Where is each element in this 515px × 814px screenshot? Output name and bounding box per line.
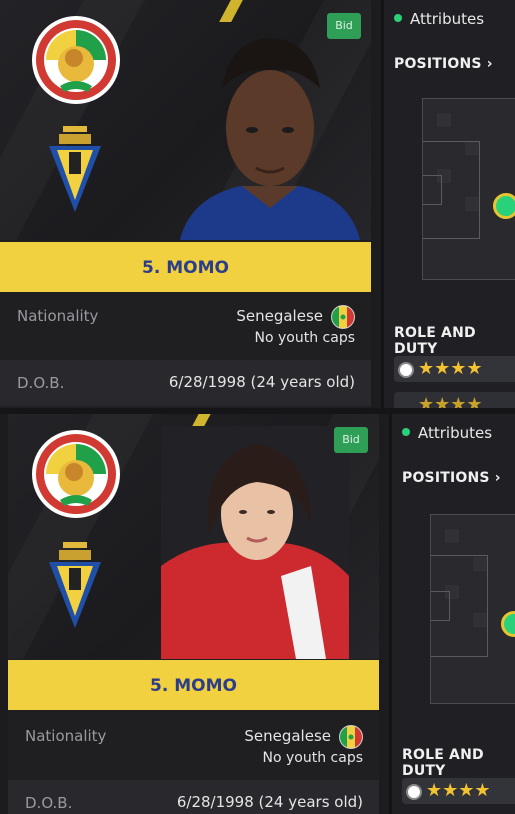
player-card: Bid 5. MOMO Nationality Senegalese No yo…: [0, 0, 371, 408]
chevron-right-icon: ›: [489, 470, 501, 486]
star-icon: ★★★★: [418, 394, 483, 408]
player-panel-2: Bid 5. MOMO Nationality Senegalese No yo…: [8, 414, 515, 814]
dob-row: D.O.B. 6/28/1998 (24 years old): [0, 360, 371, 406]
nationality-label: Nationality: [17, 307, 99, 325]
attributes-label: Attributes: [418, 424, 493, 442]
role-duty-label: ROLE AND DUTY: [402, 747, 484, 779]
attributes-side-panel: Attributes POSITIONS › ROLE AND DUTY ★★★…: [381, 0, 515, 408]
player-name-bar: 5. MOMO: [8, 660, 379, 710]
positions-label: POSITIONS: [394, 56, 482, 72]
attributes-tab[interactable]: Attributes: [394, 10, 484, 28]
dob-value: 6/28/1998 (24 years old): [168, 373, 355, 391]
senegal-flag-icon: [339, 725, 363, 749]
youth-caps-value: No youth caps: [262, 750, 363, 766]
dob-label: D.O.B.: [25, 794, 73, 812]
nationality-row: Nationality Senegalese No youth caps: [8, 712, 379, 778]
star-icon: ★★★★: [418, 358, 483, 379]
nationality-value: Senegalese: [244, 727, 331, 745]
senegal-federation-crest: [32, 16, 120, 104]
nationality-value: Senegalese: [236, 307, 323, 325]
player-hero: Bid: [0, 0, 371, 240]
positions-label: POSITIONS: [402, 470, 490, 486]
positions-link[interactable]: POSITIONS ›: [402, 470, 501, 486]
attributes-tab[interactable]: Attributes: [402, 424, 492, 442]
dob-label: D.O.B.: [17, 374, 65, 392]
status-dot-icon: [402, 428, 410, 436]
attributes-side-panel: Attributes POSITIONS › ROLE AND DUTY ★★★…: [389, 414, 515, 814]
player-name-bar: 5. MOMO: [0, 242, 371, 292]
cadiz-club-crest: [49, 126, 101, 212]
role-rating-bar[interactable]: ★★★★: [394, 356, 515, 382]
role-rating-bar-2[interactable]: ★★★★: [394, 392, 515, 408]
senegal-federation-crest: [32, 430, 120, 518]
nationality-label: Nationality: [25, 727, 107, 745]
radio-icon: [406, 784, 422, 800]
role-rating-bar[interactable]: ★★★★: [402, 778, 515, 804]
positions-link[interactable]: POSITIONS ›: [394, 56, 493, 72]
position-pitch: [422, 98, 515, 280]
position-marker[interactable]: [493, 193, 515, 219]
player-panel-1: Bid 5. MOMO Nationality Senegalese No yo…: [0, 0, 515, 408]
player-card: Bid 5. MOMO Nationality Senegalese No yo…: [8, 414, 379, 814]
bid-button[interactable]: Bid: [327, 13, 361, 39]
youth-caps-value: No youth caps: [254, 330, 355, 346]
star-icon: ★★★★: [426, 780, 491, 801]
attributes-label: Attributes: [410, 10, 485, 28]
nationality-row: Nationality Senegalese No youth caps: [0, 292, 371, 362]
player-photo: [161, 426, 349, 659]
status-dot-icon: [394, 14, 402, 22]
chevron-right-icon: ›: [481, 56, 493, 72]
player-hero: Bid: [8, 414, 379, 659]
cadiz-club-crest: [49, 542, 101, 628]
position-marker[interactable]: [501, 611, 515, 637]
dob-value: 6/28/1998 (24 years old): [176, 793, 363, 811]
radio-icon: [398, 362, 414, 378]
player-photo: [180, 38, 360, 240]
bid-button[interactable]: Bid: [334, 427, 368, 453]
dob-row: D.O.B. 6/28/1998 (24 years old): [8, 780, 379, 814]
position-pitch: [430, 514, 515, 704]
role-duty-label: ROLE AND DUTY: [394, 325, 476, 357]
senegal-flag-icon: [331, 305, 355, 329]
